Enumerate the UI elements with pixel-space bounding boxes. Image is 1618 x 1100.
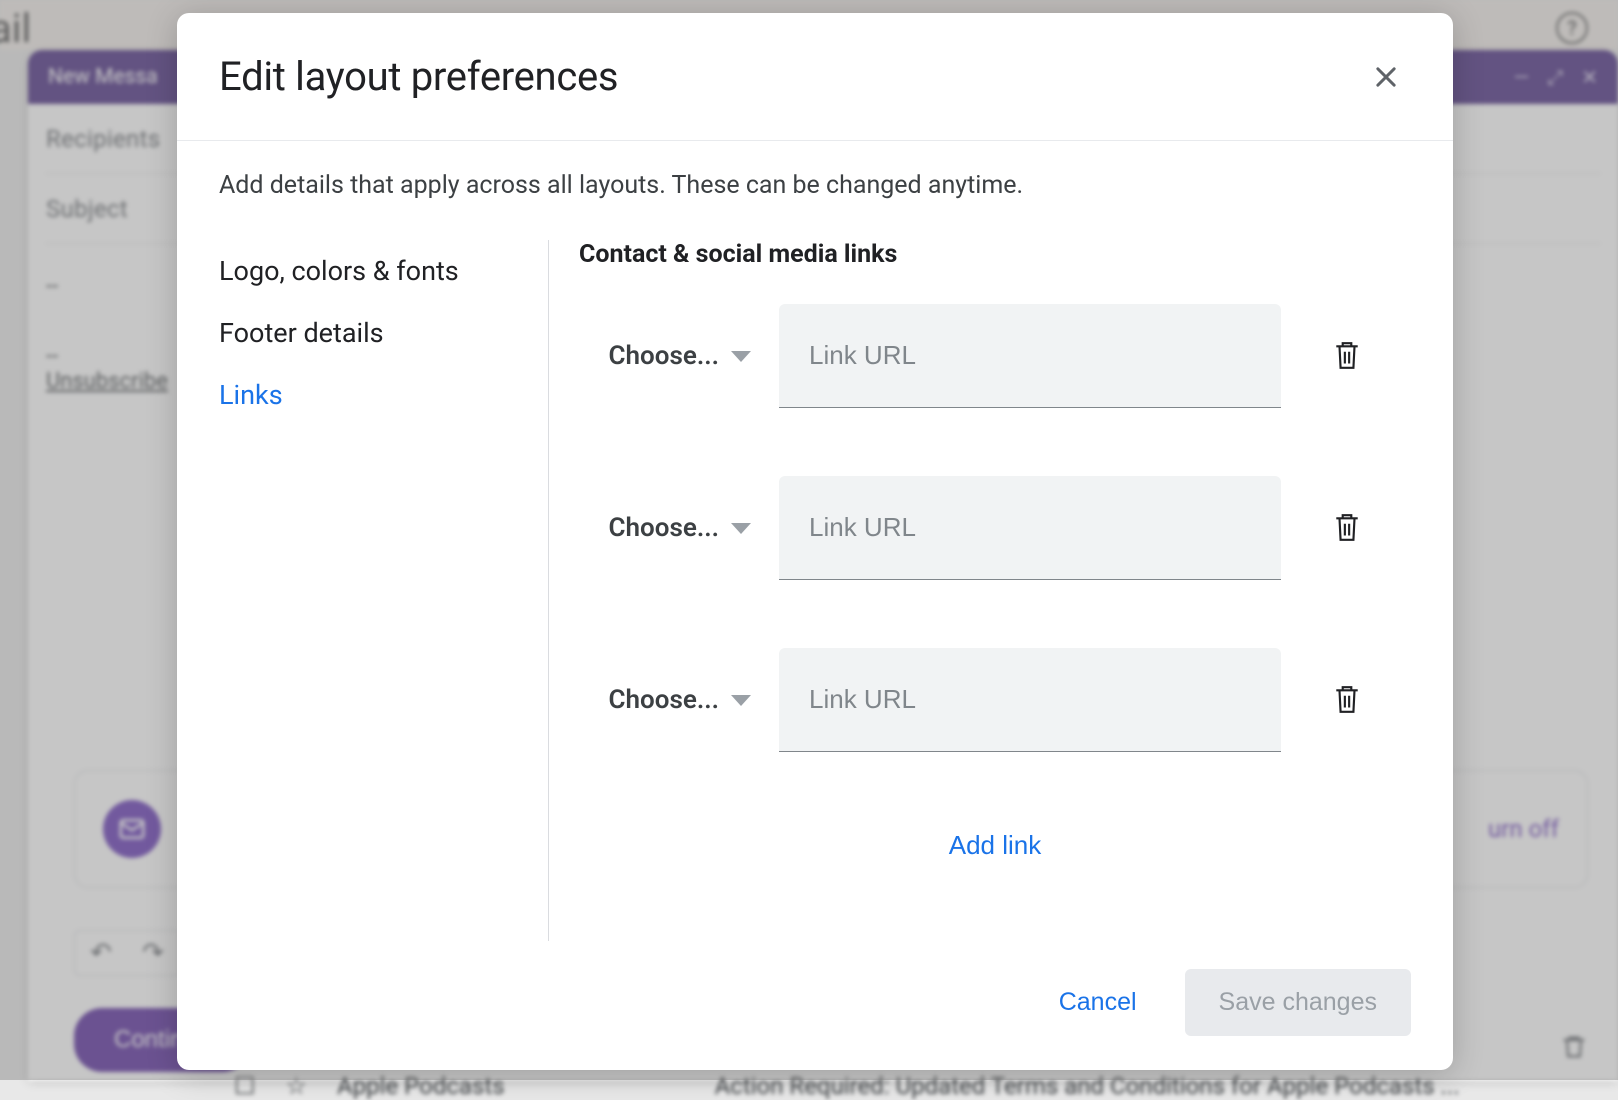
add-link-button[interactable]: Add link	[939, 820, 1052, 871]
close-button[interactable]	[1361, 52, 1411, 102]
delete-link-button[interactable]	[1327, 336, 1367, 376]
dialog-footer: Cancel Save changes	[177, 941, 1453, 1070]
link-choose-label: Choose...	[609, 341, 719, 371]
link-type-dropdown[interactable]: Choose...	[579, 341, 751, 371]
dialog-body: Logo, colors & fonts Footer details Link…	[177, 240, 1453, 941]
link-url-input[interactable]	[779, 476, 1281, 580]
sidebar-item-links[interactable]: Links	[219, 364, 524, 426]
link-row: Choose...	[579, 476, 1411, 580]
dialog-sidebar: Logo, colors & fonts Footer details Link…	[219, 240, 549, 941]
dialog-main: Contact & social media links Choose... C…	[549, 240, 1411, 941]
link-row: Choose...	[579, 304, 1411, 408]
chevron-down-icon	[731, 351, 751, 362]
chevron-down-icon	[731, 695, 751, 706]
save-changes-button[interactable]: Save changes	[1185, 969, 1411, 1036]
link-type-dropdown[interactable]: Choose...	[579, 685, 751, 715]
trash-icon	[1334, 341, 1360, 371]
sidebar-item-logo-colors-fonts[interactable]: Logo, colors & fonts	[219, 240, 524, 302]
link-url-input[interactable]	[779, 304, 1281, 408]
link-choose-label: Choose...	[609, 513, 719, 543]
link-url-input[interactable]	[779, 648, 1281, 752]
delete-link-button[interactable]	[1327, 680, 1367, 720]
dialog-subtitle: Add details that apply across all layout…	[177, 141, 1453, 240]
trash-icon	[1334, 513, 1360, 543]
sidebar-item-footer-details[interactable]: Footer details	[219, 302, 524, 364]
link-choose-label: Choose...	[609, 685, 719, 715]
delete-link-button[interactable]	[1327, 508, 1367, 548]
edit-layout-dialog: Edit layout preferences Add details that…	[177, 13, 1453, 1070]
close-icon	[1372, 63, 1400, 91]
link-type-dropdown[interactable]: Choose...	[579, 513, 751, 543]
section-title: Contact & social media links	[579, 240, 1411, 269]
chevron-down-icon	[731, 523, 751, 534]
dialog-title: Edit layout preferences	[219, 53, 618, 100]
link-row: Choose...	[579, 648, 1411, 752]
cancel-button[interactable]: Cancel	[1039, 972, 1157, 1033]
dialog-header: Edit layout preferences	[177, 13, 1453, 141]
trash-icon	[1334, 685, 1360, 715]
